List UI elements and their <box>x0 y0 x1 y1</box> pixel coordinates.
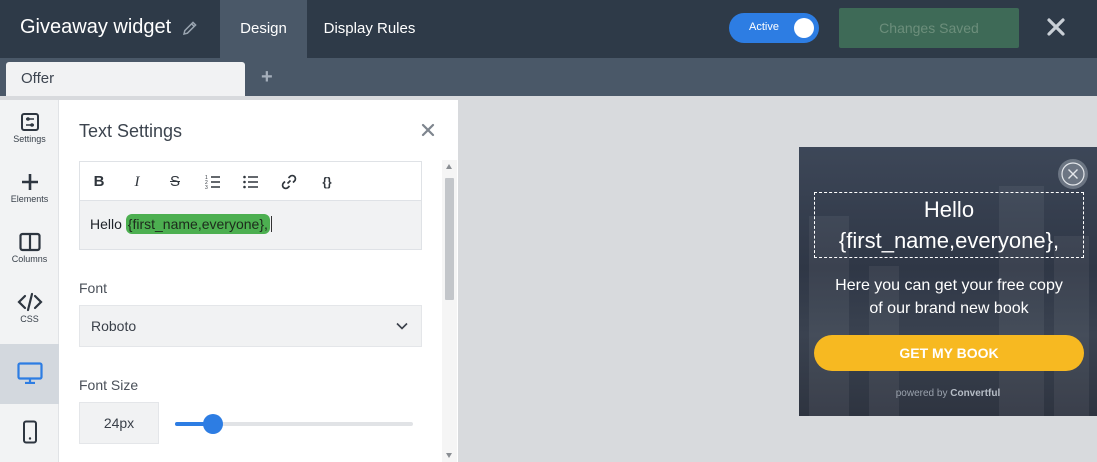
ordered-list-icon[interactable]: 1 2 3 <box>204 173 222 191</box>
preview-canvas: Hello {first_name,everyone}, Here you ca… <box>458 96 1097 462</box>
toggle-knob <box>794 18 814 38</box>
panel-scrollbar[interactable] <box>442 160 457 462</box>
powered-by-label: powered by Convertful <box>799 388 1097 399</box>
widget-close-button[interactable] <box>1058 159 1088 189</box>
link-icon[interactable] <box>280 173 298 191</box>
text-settings-panel: Text Settings B I S 1 2 3 {} Hello {firs… <box>59 100 458 462</box>
tab-offer[interactable]: Offer <box>6 62 245 96</box>
plus-icon <box>21 174 38 190</box>
rail-label-css: CSS <box>20 314 39 324</box>
font-size-label: Font Size <box>79 377 139 393</box>
merge-tag-button[interactable]: {} <box>318 173 336 191</box>
font-select[interactable]: Roboto <box>79 305 422 347</box>
widget-title: Giveaway widget <box>20 16 172 38</box>
slider-handle[interactable] <box>203 414 224 434</box>
text-caret <box>270 216 272 232</box>
bullet-list-icon[interactable] <box>242 173 260 191</box>
top-bar: Giveaway widget Design Display Rules Act… <box>0 0 1097 58</box>
editor-toolbar: B I S 1 2 3 {} <box>80 162 421 201</box>
widget-heading-line-2: {first_name,everyone}, <box>838 228 1060 253</box>
widget-preview[interactable]: Hello {first_name,everyone}, Here you ca… <box>799 147 1097 416</box>
scroll-thumb[interactable] <box>445 178 454 300</box>
rail-label-settings: Settings <box>13 134 46 144</box>
widget-subtitle-line-1: Here you can get your free copy <box>835 277 1063 294</box>
close-icon[interactable] <box>1045 16 1067 38</box>
rail-item-mobile[interactable] <box>0 420 59 444</box>
panel-title: Text Settings <box>79 121 183 141</box>
powered-by-prefix: powered by <box>895 388 948 399</box>
scroll-up-arrow-icon[interactable] <box>446 164 452 169</box>
bold-button[interactable]: B <box>90 173 108 191</box>
columns-icon <box>18 232 41 252</box>
widget-heading[interactable]: Hello {first_name,everyone}, <box>814 192 1084 258</box>
panel-close-icon[interactable] <box>421 123 435 137</box>
chevron-down-icon <box>396 322 408 330</box>
svg-text:3: 3 <box>205 185 208 191</box>
rich-text-editor: B I S 1 2 3 {} Hello {first_name,everyon <box>79 161 422 250</box>
strikethrough-button[interactable]: S <box>166 173 184 191</box>
rail-label-elements: Elements <box>10 194 49 204</box>
editor-content[interactable]: Hello {first_name,everyone}, <box>80 201 421 249</box>
widget-subtitle-line-2: of our brand new book <box>869 300 1029 317</box>
rail-item-columns[interactable]: Columns <box>0 232 59 264</box>
scroll-down-arrow-icon[interactable] <box>446 453 452 458</box>
merge-tag[interactable]: {first_name,everyone}, <box>125 214 270 234</box>
widget-heading-line-1: Hello <box>923 197 975 222</box>
rail-item-css[interactable]: CSS <box>0 292 59 324</box>
step-tab-bar: Offer + <box>0 58 1097 96</box>
settings-icon <box>20 113 39 131</box>
active-toggle-label: Active <box>749 21 779 33</box>
mobile-icon <box>22 420 37 444</box>
rail-label-columns: Columns <box>11 254 48 264</box>
rail-item-desktop[interactable] <box>0 344 59 404</box>
desktop-icon <box>16 362 43 384</box>
rail-item-elements[interactable]: Elements <box>0 172 59 204</box>
code-icon <box>16 292 43 312</box>
left-rail: Settings Elements Columns CSS <box>0 100 59 462</box>
font-size-input[interactable]: 24px <box>79 402 159 444</box>
tab-display-rules[interactable]: Display Rules <box>307 0 432 58</box>
close-icon <box>1061 162 1085 186</box>
powered-by-brand: Convertful <box>950 388 1001 399</box>
font-size-slider[interactable] <box>175 414 413 434</box>
font-label: Font <box>79 280 108 296</box>
editor-text: Hello <box>90 216 122 232</box>
italic-button[interactable]: I <box>128 173 146 191</box>
get-my-book-button[interactable]: GET MY BOOK <box>814 335 1084 371</box>
widget-subtitle: Here you can get your free copy of our b… <box>814 274 1084 320</box>
changes-saved-button[interactable]: Changes Saved <box>839 8 1019 48</box>
tab-design[interactable]: Design <box>220 0 307 58</box>
add-step-button[interactable]: + <box>261 66 273 89</box>
active-toggle[interactable]: Active <box>729 13 819 43</box>
pencil-icon[interactable] <box>181 19 199 37</box>
font-select-value: Roboto <box>91 318 137 334</box>
rail-item-settings[interactable]: Settings <box>0 112 59 144</box>
